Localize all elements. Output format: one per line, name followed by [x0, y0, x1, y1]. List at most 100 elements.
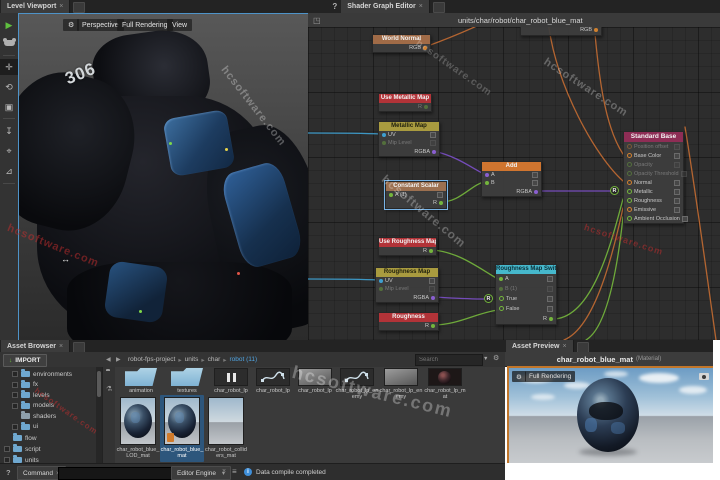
node-roughness[interactable]: Roughness R	[378, 312, 439, 331]
preview-rendering-mode[interactable]: Full Rendering	[525, 371, 575, 382]
expander-icon[interactable]	[4, 446, 10, 452]
close-icon[interactable]: ×	[59, 3, 63, 10]
camera-icon[interactable]	[699, 373, 709, 380]
help-icon[interactable]: ?	[6, 468, 11, 477]
new-folder-icon[interactable]	[106, 371, 114, 378]
tree-item-levels[interactable]: levels	[12, 390, 50, 400]
edit-icon[interactable]	[547, 276, 553, 282]
gamepad-icon[interactable]	[0, 35, 18, 51]
settings-gear-icon[interactable]: ⚙	[493, 354, 499, 362]
node-roughness-map[interactable]: Roughness Map UV Mip Level RGBA	[375, 267, 439, 303]
move-tool-button[interactable]: ✛	[0, 59, 18, 75]
forward-button[interactable]: ▶	[116, 356, 121, 363]
edit-icon[interactable]	[674, 144, 680, 150]
node-world-normal[interactable]: World Normal RGB	[372, 34, 431, 53]
tree-item-shaders[interactable]: shaders	[12, 411, 56, 421]
input-port[interactable]	[499, 296, 504, 301]
output-port[interactable]	[549, 317, 553, 321]
import-button[interactable]: ↓ IMPORT	[3, 354, 47, 367]
expander-icon[interactable]	[12, 371, 18, 377]
input-port[interactable]	[485, 173, 489, 177]
edit-icon[interactable]	[674, 153, 680, 159]
expander-icon[interactable]	[12, 382, 18, 388]
tree-item-units[interactable]: units	[4, 455, 39, 463]
help-button[interactable]: ?	[328, 0, 341, 13]
edit-icon[interactable]	[429, 278, 435, 284]
shader-graph-canvas[interactable]: RGB World Normal RGB Use Metallic Map R …	[308, 27, 720, 340]
output-port[interactable]	[431, 296, 435, 300]
breadcrumb-item[interactable]: units	[185, 356, 199, 364]
edit-icon[interactable]	[674, 180, 680, 186]
input-port[interactable]	[627, 144, 632, 149]
tree-scrollbar-thumb[interactable]	[97, 371, 101, 397]
node-standard-base[interactable]: Standard Base Position offset Base Color…	[623, 131, 684, 224]
asset-item-char-robot-blue-lod-mat[interactable]: char_robot_blue_LOD_mat	[116, 397, 160, 460]
input-port[interactable]	[627, 198, 632, 203]
edit-icon[interactable]	[674, 189, 680, 195]
breadcrumb-item[interactable]: robot-fps-project	[128, 356, 175, 364]
input-port[interactable]	[627, 153, 632, 158]
asset-item-char-robot-colliders-mat[interactable]: char_robot_colliders_mat	[204, 397, 248, 460]
tree-item-script[interactable]: script	[4, 444, 41, 454]
tab-level-viewport[interactable]: Level Viewport ×	[1, 0, 70, 13]
edit-icon[interactable]	[437, 192, 443, 198]
output-port[interactable]	[534, 190, 538, 194]
asset-item-char-robot-lp-mat[interactable]: char_robot_lp_mat	[423, 368, 467, 401]
output-port[interactable]	[432, 150, 436, 154]
breadcrumb-item[interactable]: char	[208, 356, 221, 364]
play-game-button[interactable]: ▶	[0, 17, 18, 33]
breadcrumb-item-current[interactable]: robot (11)	[230, 356, 258, 364]
input-port[interactable]	[627, 207, 632, 212]
viewport-view-menu[interactable]: View	[167, 19, 192, 31]
edit-icon[interactable]	[532, 172, 538, 178]
tree-item-environments[interactable]: environments	[12, 369, 72, 379]
edit-icon[interactable]	[674, 207, 680, 213]
input-port[interactable]	[382, 133, 386, 137]
node-constant-scalar[interactable]: Constant Scalar A (1) R	[385, 181, 447, 209]
input-port[interactable]	[382, 141, 386, 145]
output-port[interactable]	[423, 46, 427, 50]
input-port[interactable]	[379, 287, 383, 291]
edit-icon[interactable]	[532, 180, 538, 186]
input-port[interactable]	[485, 181, 489, 185]
input-port[interactable]	[499, 287, 503, 291]
snap-pivot-button[interactable]: ⌖	[0, 143, 18, 159]
node-add[interactable]: Add A B RGBA	[481, 161, 542, 197]
edit-icon[interactable]	[430, 140, 436, 146]
node-use-roughness-map[interactable]: Use Roughness Map R	[378, 237, 437, 256]
asset-item-char-robot-lp-enemy-chr[interactable]: char_robot_lp_enemy	[335, 368, 379, 401]
edit-icon[interactable]	[674, 198, 680, 204]
edit-icon[interactable]	[430, 132, 436, 138]
input-port[interactable]	[627, 189, 632, 194]
input-port[interactable]	[389, 193, 393, 197]
search-input[interactable]	[415, 354, 483, 366]
tree-item-ui[interactable]: ui	[12, 422, 38, 432]
edit-icon[interactable]	[547, 286, 553, 292]
close-icon[interactable]: ×	[562, 343, 566, 350]
expander-icon[interactable]	[12, 403, 18, 409]
drop-to-floor-button[interactable]: ↧	[0, 123, 18, 139]
output-port[interactable]	[439, 201, 443, 205]
tree-item-flow[interactable]: flow	[4, 433, 37, 443]
asset-item-char-robot-blue-mat-selected[interactable]: char_robot_blue_mat	[160, 395, 204, 462]
input-port[interactable]	[499, 277, 503, 281]
close-icon[interactable]: ×	[419, 3, 423, 10]
output-port[interactable]	[431, 324, 435, 328]
node-clipped-rgb[interactable]: RGB	[520, 27, 602, 36]
output-port[interactable]	[594, 28, 598, 32]
input-port[interactable]	[627, 162, 632, 167]
edit-icon[interactable]	[674, 162, 680, 168]
output-port[interactable]	[424, 105, 428, 109]
level-viewport[interactable]: 306 ↔ ⚙ Perspective Full Rendering View	[18, 13, 309, 341]
edit-icon[interactable]	[681, 171, 687, 177]
expander-icon[interactable]	[12, 424, 18, 430]
input-port[interactable]	[499, 306, 504, 311]
swizzle-r-badge-metallic[interactable]: R	[610, 186, 619, 195]
input-port[interactable]	[627, 180, 632, 185]
preview-settings-button[interactable]: ⚙	[512, 371, 526, 382]
new-tab-button[interactable]	[73, 2, 85, 13]
input-port[interactable]	[627, 216, 632, 221]
asset-item-char-robot-lp-chr[interactable]: char_robot_lp	[251, 368, 295, 394]
tree-item-fx[interactable]: fx	[12, 380, 38, 390]
command-input[interactable]	[58, 467, 172, 480]
